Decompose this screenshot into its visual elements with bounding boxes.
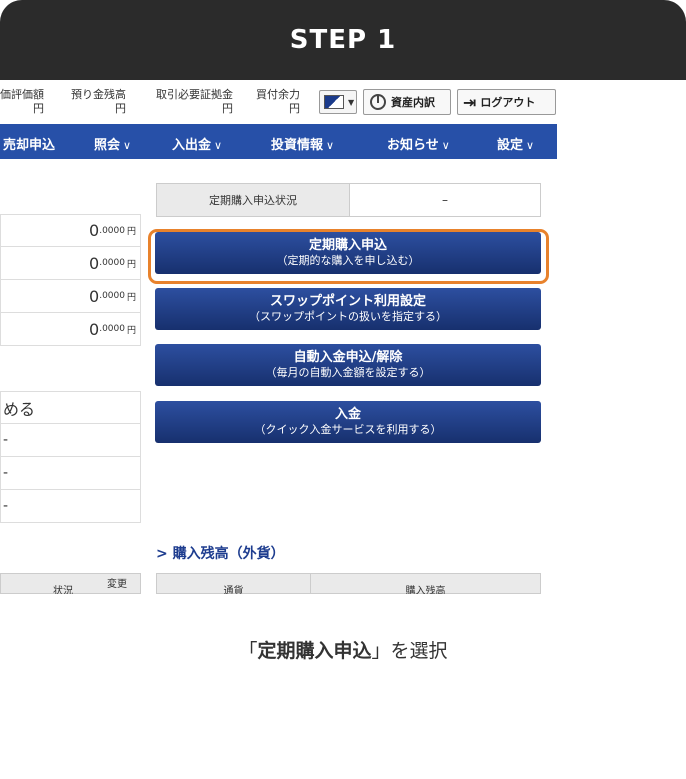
flag-icon	[324, 95, 344, 109]
periodic-status-label: 定期購入申込状況	[157, 184, 350, 216]
chevron-down-icon: ∨	[326, 139, 335, 152]
chevron-down-icon: ∨	[441, 139, 450, 152]
status-bar: 価評価額 円 預り金残高 円 取引必要証拠金 円 買付余力 円 ▼ 資産内訳 ⇥…	[0, 80, 557, 124]
bottom-table-header-right: 通貨 購入残高	[156, 573, 541, 594]
pie-chart-icon	[370, 94, 386, 110]
nav-item-investment-info[interactable]: 投資情報 ∨	[271, 134, 334, 153]
nav-item-deposit-withdraw[interactable]: 入出金 ∨	[172, 134, 222, 153]
status-required-margin: 取引必要証拠金 円	[156, 88, 233, 115]
table-row: -	[0, 457, 141, 490]
step-header: STEP 1	[0, 0, 686, 80]
step-title: STEP 1	[289, 25, 397, 55]
periodic-purchase-status: 定期購入申込状況 –	[156, 183, 541, 217]
nav-item-settings[interactable]: 設定 ∨	[497, 134, 534, 153]
table-row: 0.0000 円	[0, 313, 141, 346]
instruction-caption: 「定期購入申込」を選択	[238, 640, 448, 662]
table-row: -	[0, 490, 141, 523]
section-title: > 購入残高（外貨）	[156, 546, 285, 562]
table-row: める	[0, 391, 141, 424]
auto-deposit-button[interactable]: 自動入金申込/解除 （毎月の自動入金額を設定する）	[155, 344, 541, 386]
periodic-status-value: –	[442, 193, 448, 207]
info-table: める - - -	[0, 391, 141, 523]
chevron-down-icon: ∨	[123, 139, 132, 152]
screenshot-area: 価評価額 円 預り金残高 円 取引必要証拠金 円 買付余力 円 ▼ 資産内訳 ⇥…	[0, 80, 686, 594]
nav-item-notices[interactable]: お知らせ ∨	[387, 134, 450, 153]
highlight-frame	[148, 229, 549, 284]
swap-point-settings-button[interactable]: スワップポイント利用設定 （スワップポイントの扱いを指定する）	[155, 288, 541, 330]
logout-button[interactable]: ⇥ ログアウト	[457, 89, 556, 115]
step-card: STEP 1 価評価額 円 預り金残高 円 取引必要証拠金 円 買付余力 円 ▼	[0, 0, 686, 594]
main-nav: 売却申込 照会 ∨ 入出金 ∨ 投資情報 ∨ お知らせ ∨ 設定 ∨	[0, 124, 557, 159]
deposit-button[interactable]: 入金 （クイック入金サービスを利用する）	[155, 401, 541, 443]
table-row: -	[0, 424, 141, 457]
status-deposit-balance: 預り金残高 円	[71, 88, 126, 115]
display-toggle-button[interactable]: ▼	[319, 90, 357, 114]
logout-icon: ⇥	[463, 92, 477, 112]
table-row: 0.0000 円	[0, 280, 141, 313]
assets-breakdown-button[interactable]: 資産内訳	[363, 89, 451, 115]
nav-item-inquiry[interactable]: 照会 ∨	[94, 134, 131, 153]
balance-table: 0.0000 円 0.0000 円 0.0000 円 0.0000 円	[0, 214, 141, 346]
caret-down-icon: ▼	[348, 97, 355, 107]
bottom-table-header-left: 状況 変更	[0, 573, 141, 594]
chevron-down-icon: ∨	[214, 139, 223, 152]
chevron-down-icon: ∨	[526, 139, 535, 152]
status-buying-power: 買付余力 円	[256, 88, 300, 115]
status-valuation: 価評価額 円	[0, 88, 44, 115]
table-row: 0.0000 円	[0, 214, 141, 247]
nav-item-sell[interactable]: 売却申込	[3, 134, 58, 153]
table-row: 0.0000 円	[0, 247, 141, 280]
